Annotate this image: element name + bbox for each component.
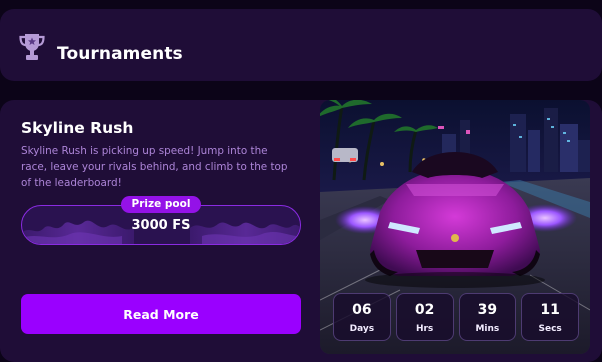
countdown-value: 06 bbox=[352, 302, 372, 318]
countdown-unit: Days bbox=[349, 324, 375, 334]
countdown-minutes: 39 Mins bbox=[458, 293, 517, 341]
header-panel: Tournaments bbox=[0, 9, 602, 81]
page-title: Tournaments bbox=[57, 44, 183, 64]
countdown-timer: 06 Days 02 Hrs 39 Mins 11 Secs bbox=[333, 293, 579, 341]
countdown-value: 02 bbox=[414, 302, 435, 318]
countdown-value: 39 bbox=[477, 302, 498, 318]
prize-pool-value: 3000 FS bbox=[131, 218, 191, 233]
prize-pool-label: Prize pool bbox=[121, 196, 201, 213]
tournament-card: Skyline Rush Skyline Rush is picking up … bbox=[0, 100, 602, 362]
tournament-description: Skyline Rush is picking up speed! Jump i… bbox=[21, 145, 288, 190]
countdown-unit: Mins bbox=[475, 324, 500, 334]
countdown-hours: 02 Hrs bbox=[395, 293, 454, 341]
tournament-title: Skyline Rush bbox=[21, 119, 134, 137]
countdown-days: 06 Days bbox=[333, 293, 391, 341]
countdown-value: 11 bbox=[540, 302, 560, 318]
countdown-unit: Secs bbox=[538, 324, 562, 334]
trophy-icon bbox=[19, 34, 45, 60]
read-more-button[interactable]: Read More bbox=[21, 294, 301, 334]
countdown-unit: Hrs bbox=[415, 324, 434, 334]
countdown-seconds: 11 Secs bbox=[521, 293, 579, 341]
